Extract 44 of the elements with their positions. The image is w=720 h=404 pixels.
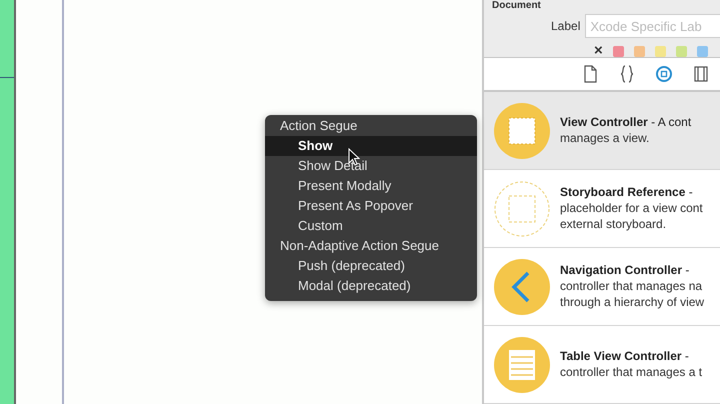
- film-icon-tab[interactable]: [693, 65, 709, 84]
- menu-item[interactable]: Custom: [265, 216, 477, 236]
- menu-item[interactable]: Modal (deprecated): [265, 276, 477, 296]
- object-icon-tab[interactable]: [656, 65, 672, 84]
- view-controller-icon: [494, 102, 550, 158]
- clear-label-button[interactable]: ×: [594, 45, 603, 57]
- item-title: View Controller - A cont: [560, 115, 692, 130]
- file-icon: [582, 65, 598, 84]
- menu-item[interactable]: Show: [265, 136, 477, 156]
- item-title: Table View Controller -: [560, 349, 690, 364]
- color-swatch[interactable]: [634, 46, 645, 56]
- menu-item[interactable]: Show Detail: [265, 156, 477, 176]
- library-item[interactable]: View Controller - A cont manages a view.: [484, 92, 720, 170]
- color-swatch[interactable]: [676, 46, 687, 56]
- item-description: controller that manages a t: [560, 364, 702, 380]
- item-description: manages a view.: [560, 130, 650, 146]
- item-title: Navigation Controller -: [560, 263, 690, 278]
- section-title: Document: [491, 0, 542, 11]
- braces-icon: [619, 65, 635, 84]
- menu-item[interactable]: Present As Popover: [265, 196, 477, 216]
- item-description: controller that manages na: [560, 278, 704, 294]
- file-icon-tab[interactable]: [582, 65, 598, 84]
- menu-item[interactable]: Present Modally: [265, 176, 477, 196]
- item-description: through a hierarchy of view: [560, 294, 704, 310]
- film-icon: [693, 65, 709, 84]
- color-swatch[interactable]: [696, 46, 708, 56]
- field-label: Label: [551, 19, 580, 33]
- library-item[interactable]: Navigation Controller - controller that manages na through a hierarchy of view: [484, 248, 720, 326]
- item-description: external storyboard.: [560, 216, 668, 232]
- item-description: placeholder for a view cont: [560, 200, 703, 216]
- table-list-icon: [494, 336, 550, 392]
- menu-section-header: Non-Adaptive Action Segue: [279, 237, 440, 255]
- item-title: Storyboard Reference -: [560, 185, 694, 200]
- menu-item[interactable]: Push (deprecated): [265, 256, 477, 276]
- braces-icon-tab[interactable]: [619, 65, 635, 84]
- color-swatch[interactable]: [612, 46, 624, 56]
- storyboard-reference-icon: [494, 180, 550, 236]
- library-item[interactable]: Table View Controller - controller that manages a t: [484, 326, 720, 404]
- library-item[interactable]: Storyboard Reference - placeholder for a view cont external storyboard.: [484, 170, 720, 248]
- label-input-field[interactable]: Xcode Specific Lab: [585, 14, 720, 38]
- color-swatch[interactable]: [654, 46, 666, 56]
- menu-section-header: Action Segue: [279, 117, 358, 135]
- object-icon: [656, 65, 672, 84]
- back-chevron-icon: [494, 258, 550, 314]
